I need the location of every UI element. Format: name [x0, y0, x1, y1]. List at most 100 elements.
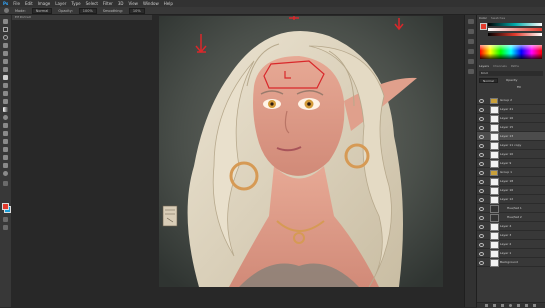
- menu-3d[interactable]: 3D: [118, 0, 124, 7]
- history-brush-icon[interactable]: [3, 91, 8, 96]
- visibility-eye-icon[interactable]: [479, 162, 484, 166]
- artwork-canvas[interactable]: [159, 16, 443, 287]
- layer-row[interactable]: Layer 16: [477, 186, 545, 195]
- tab-color[interactable]: Color: [479, 16, 487, 20]
- layer-row[interactable]: Layer 16: [477, 114, 545, 123]
- layer-row[interactable]: Layer 4: [477, 222, 545, 231]
- layer-thumbnail: [490, 187, 499, 195]
- visibility-eye-icon[interactable]: [479, 171, 484, 175]
- stamp-icon[interactable]: [3, 83, 8, 88]
- menu-edit[interactable]: Edit: [25, 0, 33, 7]
- tab-layers[interactable]: Layers: [479, 64, 489, 68]
- visibility-eye-icon[interactable]: [479, 144, 484, 148]
- menu-image[interactable]: Image: [38, 0, 51, 7]
- color-slider-2[interactable]: [488, 28, 542, 31]
- layer-filter-bar[interactable]: Kind: [479, 71, 543, 76]
- layer-row[interactable]: Hue/Sat 1: [477, 204, 545, 213]
- document-tab[interactable]: Elf Portrait: [12, 15, 152, 20]
- color-slider-3[interactable]: [488, 33, 542, 36]
- tab-paths[interactable]: Paths: [511, 64, 519, 68]
- path-select-icon[interactable]: [3, 147, 8, 152]
- mode-select[interactable]: Normal: [31, 7, 53, 14]
- adjustments-panel-icon[interactable]: [468, 49, 474, 54]
- layer-row[interactable]: Layer 1: [477, 249, 545, 258]
- lasso-icon[interactable]: [3, 35, 8, 40]
- layer-row[interactable]: Layer 10: [477, 150, 545, 159]
- visibility-eye-icon[interactable]: [479, 135, 484, 139]
- heal-icon[interactable]: [3, 67, 8, 72]
- brush-settings-icon[interactable]: [468, 39, 474, 44]
- more-tools-icon[interactable]: [3, 181, 8, 186]
- layer-row[interactable]: Layer 21: [477, 105, 545, 114]
- layer-thumbnail: [490, 178, 499, 186]
- visibility-eye-icon[interactable]: [479, 180, 484, 184]
- color-spectrum-bar[interactable]: [480, 45, 542, 59]
- tab-swatches[interactable]: Swatches: [491, 16, 505, 20]
- ps-logo-icon[interactable]: Ps: [3, 0, 8, 7]
- menu-type[interactable]: Type: [71, 0, 80, 7]
- quick-mask-icon[interactable]: [3, 217, 8, 222]
- layer-row[interactable]: Hue/Sat 2: [477, 213, 545, 222]
- layer-row[interactable]: Layer 11 copy: [477, 141, 545, 150]
- layer-group-row[interactable]: Group 1: [477, 168, 545, 177]
- tool-preset-brush-icon[interactable]: [4, 8, 9, 13]
- wand-icon[interactable]: [3, 43, 8, 48]
- visibility-eye-icon[interactable]: [479, 261, 484, 265]
- pen-icon[interactable]: [3, 131, 8, 136]
- brush-icon[interactable]: [3, 75, 8, 80]
- history-panel-icon[interactable]: [468, 19, 474, 24]
- color-slider-1[interactable]: [488, 23, 542, 26]
- shape-icon[interactable]: [3, 155, 8, 160]
- screen-mode-icon[interactable]: [3, 225, 8, 230]
- menu-window[interactable]: Window: [143, 0, 159, 7]
- visibility-eye-icon[interactable]: [479, 252, 484, 256]
- blur-icon[interactable]: [3, 115, 8, 120]
- visibility-eye-icon[interactable]: [479, 117, 484, 121]
- zoom-icon[interactable]: [3, 171, 8, 176]
- visibility-eye-icon[interactable]: [479, 234, 484, 238]
- info-panel-icon[interactable]: [468, 69, 474, 74]
- layer-blend-mode-select[interactable]: Normal: [479, 78, 498, 83]
- layer-group-row[interactable]: Group 2: [477, 96, 545, 105]
- type-icon[interactable]: [3, 139, 8, 144]
- menu-select[interactable]: Select: [86, 0, 98, 7]
- dodge-icon[interactable]: [3, 123, 8, 128]
- visibility-eye-icon[interactable]: [479, 243, 484, 247]
- visibility-eye-icon[interactable]: [479, 225, 484, 229]
- visibility-eye-icon[interactable]: [479, 189, 484, 193]
- visibility-eye-icon[interactable]: [479, 216, 484, 220]
- layer-row[interactable]: Layer 2: [477, 240, 545, 249]
- layer-row[interactable]: Background: [477, 258, 545, 267]
- properties-panel-icon[interactable]: [468, 29, 474, 34]
- layer-row[interactable]: Layer 18: [477, 177, 545, 186]
- foreground-color-swatch[interactable]: [2, 203, 9, 210]
- menu-help[interactable]: Help: [164, 0, 173, 7]
- marquee-icon[interactable]: [3, 27, 8, 32]
- visibility-eye-icon[interactable]: [479, 207, 484, 211]
- smoothing-input[interactable]: 10%: [128, 7, 145, 14]
- color-fg-preview[interactable]: [480, 23, 487, 30]
- menu-view[interactable]: View: [128, 0, 138, 7]
- menu-filter[interactable]: Filter: [103, 0, 113, 7]
- move-icon[interactable]: [3, 19, 8, 24]
- eraser-icon[interactable]: [3, 99, 8, 104]
- menu-file[interactable]: File: [13, 0, 20, 7]
- visibility-eye-icon[interactable]: [479, 126, 484, 130]
- hand-icon[interactable]: [3, 163, 8, 168]
- layer-row[interactable]: Layer 12: [477, 195, 545, 204]
- visibility-eye-icon[interactable]: [479, 99, 484, 103]
- eyedropper-icon[interactable]: [3, 59, 8, 64]
- visibility-eye-icon[interactable]: [479, 153, 484, 157]
- layer-row[interactable]: Layer 13: [477, 132, 545, 141]
- layer-row[interactable]: Layer 15: [477, 123, 545, 132]
- crop-icon[interactable]: [3, 51, 8, 56]
- layer-row[interactable]: Layer 9: [477, 159, 545, 168]
- visibility-eye-icon[interactable]: [479, 198, 484, 202]
- visibility-eye-icon[interactable]: [479, 108, 484, 112]
- opacity-input[interactable]: 100%: [78, 7, 97, 14]
- menu-layer[interactable]: Layer: [55, 0, 66, 7]
- tab-channels[interactable]: Channels: [493, 64, 507, 68]
- libraries-panel-icon[interactable]: [468, 59, 474, 64]
- gradient-icon[interactable]: [3, 107, 8, 112]
- layer-row[interactable]: Layer 3: [477, 231, 545, 240]
